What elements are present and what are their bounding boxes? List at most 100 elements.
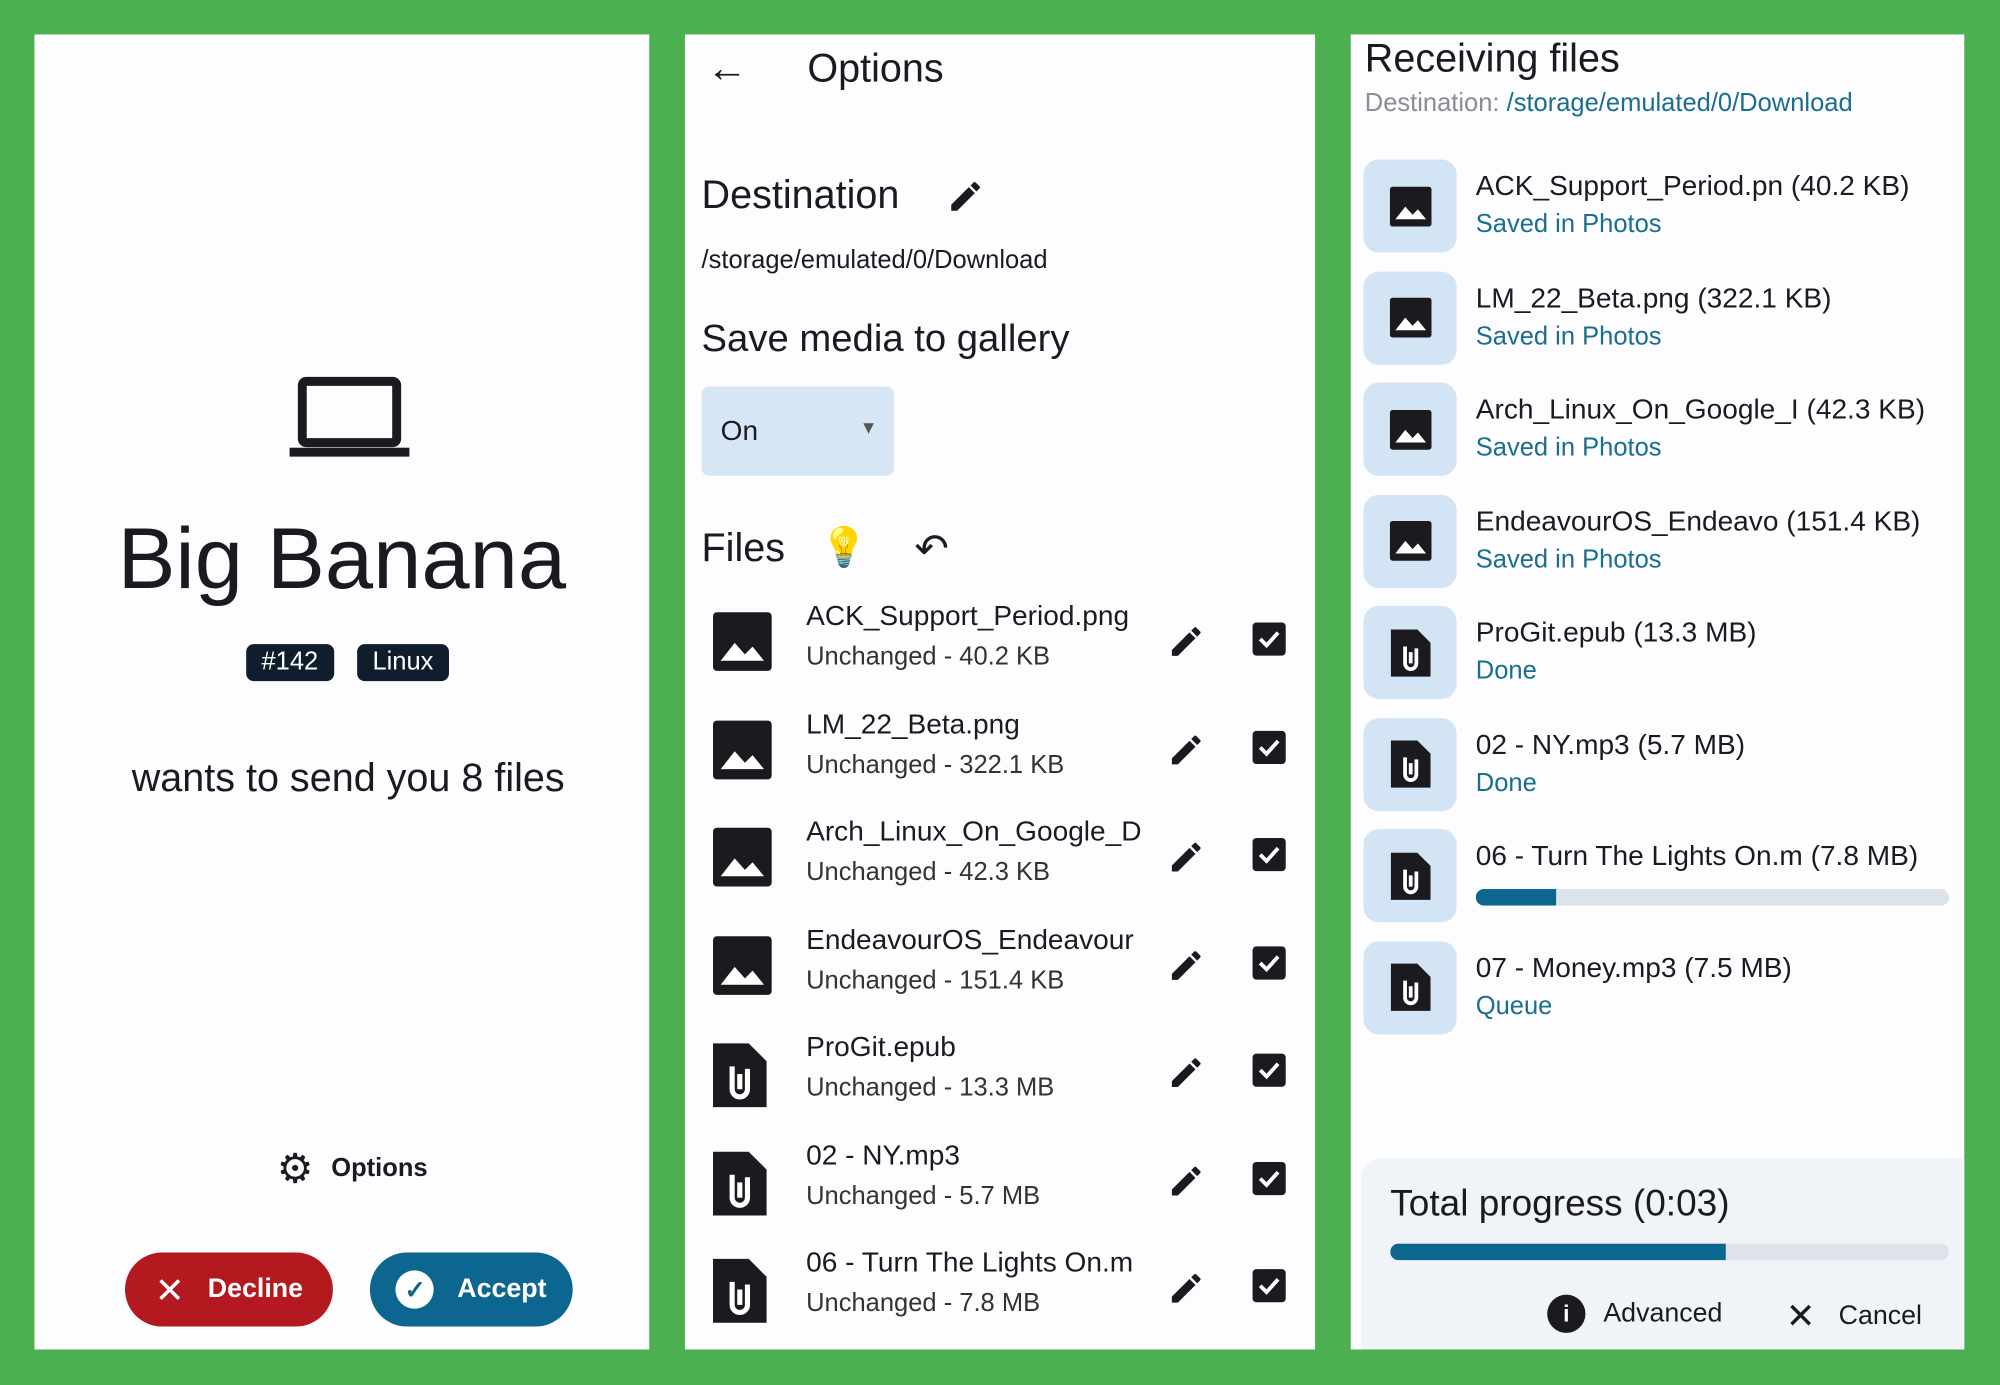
total-progress-bar: [1390, 1243, 1949, 1261]
file-name: 02 - NY.mp3: [1475, 727, 1630, 760]
file-name: Arch_Linux_On_Google_D: [806, 815, 1142, 847]
file-status: Unchanged - 13.3 MB: [806, 1073, 1055, 1103]
file-title: 02 - NY.mp3 (5.7 MB): [1476, 728, 1745, 761]
back-arrow-icon[interactable]: ←: [707, 45, 748, 92]
receiving-file-row: EndeavourOS_Endeavo (151.4 KB) Saved in …: [1351, 494, 1963, 588]
file-status: Saved in Photos: [1475, 545, 1662, 574]
file-row: Arch_Linux_On_Google_D Unchanged - 42.3 …: [685, 815, 1315, 922]
file-size: (42.3 KB): [1806, 392, 1926, 425]
rename-file-icon[interactable]: [1167, 730, 1205, 775]
destination-path: /storage/emulated/0/Download: [1506, 89, 1853, 118]
destination-line: Destination: /storage/emulated/0/Downloa…: [1365, 89, 1853, 118]
close-icon: ✕: [154, 1269, 185, 1310]
file-name: ACK_Support_Period.pn: [1475, 169, 1784, 202]
receiving-title: Receiving files: [1364, 35, 1620, 81]
file-status: Unchanged - 151.4 KB: [806, 966, 1065, 995]
file-checkbox[interactable]: [1252, 945, 1286, 979]
request-message: wants to send you 8 files: [131, 755, 565, 800]
receiving-file-row: ACK_Support_Period.pn (40.2 KB) Saved in…: [1351, 159, 1963, 253]
rename-file-icon[interactable]: [1167, 1161, 1205, 1206]
rename-file-icon[interactable]: [1167, 838, 1205, 883]
attachment-file-icon: [1363, 940, 1457, 1034]
undo-icon[interactable]: ↶: [915, 524, 949, 572]
file-size: (7.8 MB): [1810, 839, 1919, 872]
gallery-dropdown[interactable]: On ▼: [701, 386, 895, 476]
check-circle-icon: ✓: [396, 1270, 435, 1309]
checkmark-icon: [1258, 739, 1280, 756]
file-name: ACK_Support_Period.png: [806, 599, 1130, 632]
attachment-file-icon: [710, 1041, 769, 1116]
file-name: ProGit.epub: [1475, 616, 1626, 648]
receiving-file-row: 02 - NY.mp3 (5.7 MB) Done: [1351, 717, 1963, 811]
edit-destination-icon[interactable]: [946, 177, 984, 215]
file-checkbox[interactable]: [1252, 838, 1286, 872]
receiving-screen: Receiving files Destination: /storage/em…: [1350, 34, 1965, 1350]
total-progress-label: Total progress (0:03): [1390, 1183, 1730, 1225]
file-title: Arch_Linux_On_Google_I (42.3 KB): [1476, 393, 1925, 426]
file-status: Saved in Photos: [1475, 322, 1662, 351]
file-status: Unchanged - 42.3 KB: [806, 858, 1051, 887]
file-name: 06 - Turn The Lights On.m: [1475, 839, 1803, 872]
image-icon: [710, 825, 774, 895]
file-checkbox[interactable]: [1252, 730, 1286, 764]
rename-file-icon[interactable]: [1167, 622, 1205, 667]
files-label: Files: [701, 525, 786, 571]
accept-button[interactable]: ✓ Accept: [369, 1252, 573, 1327]
file-size: (40.2 KB): [1790, 169, 1910, 202]
file-status: Saved in Photos: [1475, 433, 1662, 462]
destination-path: /storage/emulated/0/Download: [701, 246, 1048, 275]
file-title: EndeavourOS_Endeavo (151.4 KB): [1476, 504, 1921, 537]
options-title: Options: [807, 45, 944, 91]
attachment-file-icon: [710, 1149, 769, 1224]
auto-rename-icon[interactable]: 💡: [820, 526, 868, 571]
receiving-file-row: ProGit.epub (13.3 MB) Done: [1351, 605, 1963, 700]
file-name: 07 - Money.mp3: [1475, 950, 1677, 983]
file-name: LM_22_Beta.png: [1475, 281, 1690, 314]
image-icon: [1363, 382, 1457, 476]
file-checkbox[interactable]: [1252, 622, 1286, 656]
rename-file-icon[interactable]: [1167, 1054, 1205, 1099]
device-id-badge: #142: [246, 644, 334, 682]
file-row: ProGit.epub Unchanged - 13.3 MB: [685, 1031, 1315, 1138]
rename-file-icon[interactable]: [1167, 1269, 1205, 1314]
receiving-file-row: 07 - Money.mp3 (7.5 MB) Queue: [1351, 940, 1963, 1035]
total-progress-card: Total progress (0:03) i Advanced ✕ Cance…: [1360, 1158, 1965, 1350]
file-row: LM_22_Beta.png Unchanged - 322.1 KB: [685, 707, 1315, 814]
file-checkbox[interactable]: [1252, 1161, 1286, 1195]
image-icon: [710, 610, 774, 680]
file-name: 06 - Turn The Lights On.m: [806, 1246, 1134, 1279]
image-icon: [1363, 159, 1457, 253]
info-icon: i: [1547, 1294, 1586, 1333]
file-row: EndeavourOS_Endeavour Unchanged - 151.4 …: [685, 923, 1315, 1030]
rename-file-icon[interactable]: [1167, 946, 1205, 991]
gallery-label: Save media to gallery: [701, 317, 1070, 360]
advanced-label: Advanced: [1603, 1298, 1723, 1328]
image-icon: [710, 717, 774, 787]
options-button[interactable]: ⚙ Options: [277, 1144, 428, 1192]
file-name: EndeavourOS_Endeavo: [1475, 504, 1779, 537]
file-progress-bar: [1475, 889, 1949, 906]
file-checkbox[interactable]: [1252, 1269, 1286, 1303]
file-status: Unchanged - 5.7 MB: [806, 1181, 1041, 1210]
file-status: Unchanged - 40.2 KB: [806, 642, 1051, 671]
advanced-button[interactable]: i Advanced: [1547, 1294, 1723, 1333]
file-size: (7.5 MB): [1684, 950, 1792, 983]
receiving-file-row: LM_22_Beta.png (322.1 KB) Saved in Photo…: [1351, 271, 1963, 365]
file-status: Saved in Photos: [1475, 210, 1662, 239]
file-title: ACK_Support_Period.pn (40.2 KB): [1476, 170, 1910, 203]
gallery-value: On: [720, 414, 759, 447]
attachment-file-icon: [1363, 717, 1457, 811]
options-screen: ← Options Destination /storage/emulated/…: [684, 34, 1316, 1350]
device-name: Big Banana: [117, 510, 567, 608]
cancel-button[interactable]: ✕ Cancel: [1786, 1295, 1922, 1337]
attachment-file-icon: [1363, 829, 1457, 923]
file-checkbox[interactable]: [1252, 1053, 1286, 1087]
file-title: ProGit.epub (13.3 MB): [1476, 616, 1757, 649]
file-status: Done: [1475, 768, 1537, 797]
destination-label: Destination: [701, 172, 900, 217]
file-size: (151.4 KB): [1786, 504, 1921, 537]
file-size: (5.7 MB): [1637, 727, 1746, 760]
laptop-icon: [289, 376, 410, 457]
decline-button[interactable]: ✕ Decline: [124, 1252, 333, 1327]
receiving-file-row: Arch_Linux_On_Google_I (42.3 KB) Saved i…: [1351, 382, 1963, 477]
